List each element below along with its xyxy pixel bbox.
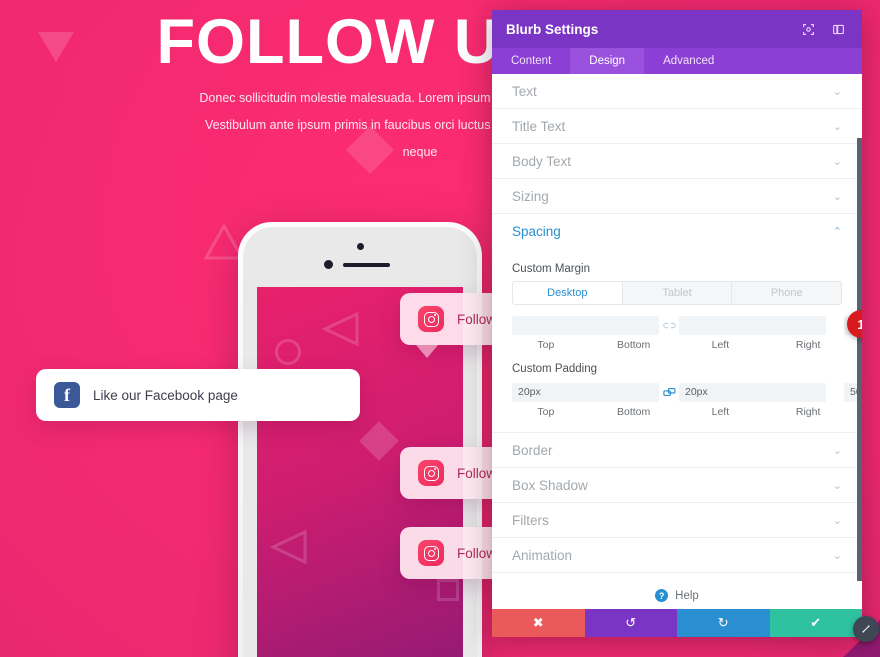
section-animation[interactable]: Animation ⌄ [492, 538, 862, 573]
panel-scrollbar[interactable] [857, 138, 862, 581]
phone-sensor-icon [324, 260, 333, 269]
decor-square-screen-bottom [437, 579, 459, 601]
fullscreen-icon[interactable] [798, 19, 818, 39]
caption-left: Left [711, 339, 730, 351]
caption-left: Left [711, 406, 730, 418]
caption-top: Top [537, 339, 555, 351]
phone-camera-icon [356, 243, 364, 250]
tab-design[interactable]: Design [570, 48, 645, 74]
chevron-down-icon: ⌄ [832, 155, 842, 168]
section-label: Title Text [512, 118, 566, 134]
chevron-down-icon: ⌄ [832, 120, 842, 133]
section-box-shadow[interactable]: Box Shadow ⌄ [492, 468, 862, 503]
padding-captions-row: Top Bottom Left Right [512, 406, 842, 418]
section-label: Text [512, 83, 537, 99]
list-item[interactable]: f Like our Facebook page [36, 369, 360, 421]
chevron-down-icon: ⌄ [832, 190, 842, 203]
cancel-button[interactable]: ✖ [492, 609, 585, 637]
facebook-icon: f [54, 382, 80, 408]
tab-content[interactable]: Content [492, 48, 570, 74]
panel-body: Text ⌄ Title Text ⌄ Body Text ⌄ Sizing ⌄… [492, 74, 862, 609]
section-filters[interactable]: Filters ⌄ [492, 503, 862, 538]
caption-bottom: Bottom [616, 406, 651, 418]
instagram-icon [418, 306, 444, 332]
caption-right: Right [795, 406, 821, 418]
panel-header: Blurb Settings [492, 10, 862, 48]
phone-bezel [243, 227, 477, 657]
caption-bottom: Bottom [616, 339, 651, 351]
link-padding-vertical-icon[interactable] [659, 387, 679, 397]
section-text[interactable]: Text ⌄ [492, 74, 862, 109]
chevron-up-icon: ⌃ [832, 226, 842, 238]
decor-diamond-screen [359, 421, 399, 461]
custom-margin-label: Custom Margin [512, 263, 590, 275]
link-margin-vertical-icon[interactable] [659, 321, 679, 330]
section-label: Animation [512, 547, 573, 563]
custom-padding-label: Custom Padding [512, 363, 598, 375]
phone-speaker-icon [343, 263, 390, 267]
section-label: Spacing [512, 224, 561, 239]
section-label: Border [512, 442, 553, 458]
caption-top: Top [537, 406, 555, 418]
padding-bottom-input[interactable] [679, 382, 826, 402]
section-label: Sizing [512, 188, 549, 204]
phone-mockup [238, 222, 482, 657]
decor-circle-screen [275, 339, 301, 365]
instagram-icon [418, 460, 444, 486]
caption-right: Right [795, 339, 821, 351]
page-title: Blurb Settings [506, 21, 599, 37]
margin-top-input[interactable] [512, 315, 659, 335]
section-sizing[interactable]: Sizing ⌄ [492, 179, 862, 214]
section-label: Box Shadow [512, 477, 588, 493]
padding-top-input[interactable] [512, 382, 659, 402]
margin-captions-row: Top Bottom Left Right [512, 339, 842, 351]
panel-tabs: Content Design Advanced [492, 48, 862, 74]
section-label: Filters [512, 512, 549, 528]
section-label: Body Text [512, 153, 572, 169]
device-phone-button[interactable]: Phone [732, 282, 841, 304]
resize-handle[interactable] [853, 616, 879, 642]
blurb-settings-panel: Blurb Settings Content Design Advanced T… [492, 10, 862, 637]
spacing-content: Custom Margin Desktop Tablet Phone -170%… [492, 249, 862, 433]
save-button[interactable]: ✔ [769, 609, 862, 637]
section-border[interactable]: Border ⌄ [492, 433, 862, 468]
panel-footer: ✖ ↺ ↻ ✔ [492, 609, 862, 637]
margin-bottom-input[interactable] [679, 315, 826, 335]
chevron-down-icon: ⌄ [832, 514, 842, 527]
section-body-text[interactable]: Body Text ⌄ [492, 144, 862, 179]
chevron-down-icon: ⌄ [832, 479, 842, 492]
chevron-down-icon: ⌄ [832, 444, 842, 457]
redo-button[interactable]: ↻ [677, 609, 770, 637]
help-icon: ? [655, 589, 669, 602]
undo-button[interactable]: ↺ [584, 609, 677, 637]
decor-card-tail-1 [416, 345, 438, 358]
device-tablet-button[interactable]: Tablet [623, 282, 733, 304]
help-label: Help [675, 589, 699, 602]
decor-triangle-screen-top [319, 309, 363, 349]
section-spacing[interactable]: Spacing ⌃ [492, 214, 862, 249]
margin-inputs-row [512, 314, 862, 336]
padding-inputs-row [512, 381, 862, 403]
device-desktop-button[interactable]: Desktop [513, 282, 623, 304]
layout-panel-icon[interactable] [828, 19, 848, 39]
device-toggle-group: Desktop Tablet Phone [512, 281, 842, 305]
instagram-icon [418, 540, 444, 566]
decor-triangle-screen-bottom [267, 527, 311, 567]
chevron-down-icon: ⌄ [832, 85, 842, 98]
chevron-down-icon: ⌄ [832, 549, 842, 562]
list-item-label: Like our Facebook page [93, 387, 238, 403]
tab-advanced[interactable]: Advanced [644, 48, 733, 74]
help-link[interactable]: ? Help [492, 573, 862, 609]
section-title-text[interactable]: Title Text ⌄ [492, 109, 862, 144]
